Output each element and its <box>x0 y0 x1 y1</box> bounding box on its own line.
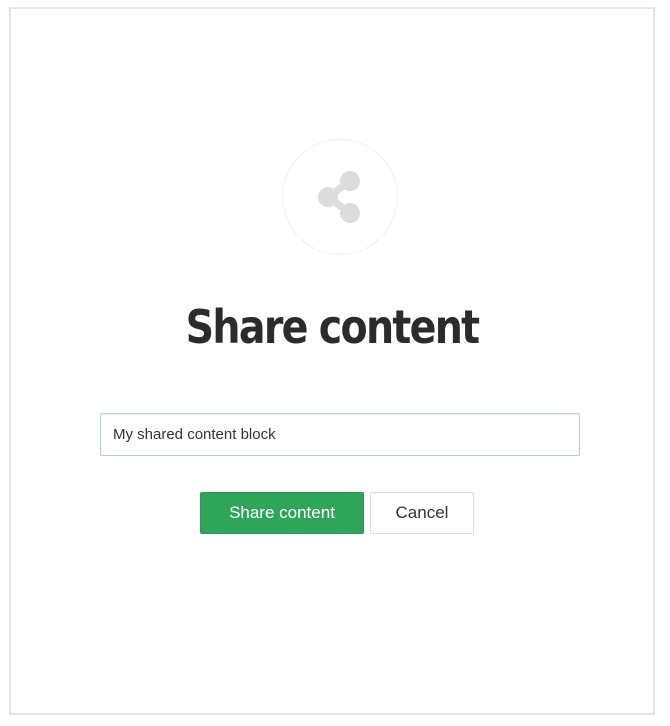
share-content-button[interactable]: Share content <box>200 492 364 534</box>
cancel-button-label: Cancel <box>395 503 449 522</box>
share-icon-circle <box>282 139 398 255</box>
dialog-title: Share content <box>185 300 480 354</box>
share-icon <box>313 170 367 224</box>
content-name-input[interactable] <box>100 413 580 456</box>
share-dialog: Share content Share content Cancel <box>9 7 655 715</box>
cancel-button[interactable]: Cancel <box>370 492 474 534</box>
share-content-button-label: Share content <box>229 503 335 522</box>
